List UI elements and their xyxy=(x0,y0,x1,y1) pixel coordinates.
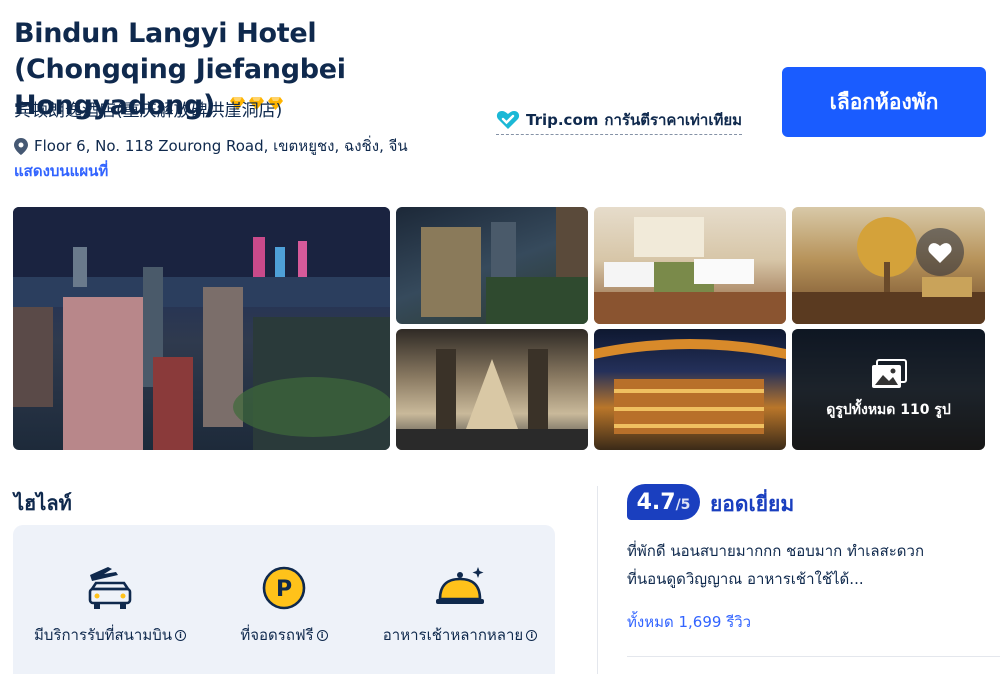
location-pin-icon xyxy=(14,137,28,155)
svg-text:P: P xyxy=(276,577,292,602)
hotel-exterior-illustration xyxy=(421,207,588,324)
airport-transfer-icon xyxy=(88,567,132,609)
favorite-button[interactable] xyxy=(916,228,964,276)
trip-heart-check-icon xyxy=(496,110,520,129)
address-text: Floor 6, No. 118 Zourong Road, เขตหยูชง,… xyxy=(34,137,408,155)
info-icon[interactable]: i xyxy=(526,630,538,641)
select-room-button[interactable]: เลือกห้องพัก xyxy=(782,67,986,137)
breakfast-feature: อาหารเช้าหลากหลาย i xyxy=(380,563,540,649)
highlights-title-text: ไฮไลท์ xyxy=(14,491,72,515)
rating-divider xyxy=(627,656,1000,657)
hongyadong-night-illustration xyxy=(594,339,786,434)
view-all-photos-button[interactable]: ดูรูปทั้งหมด 110 รูป xyxy=(792,329,985,450)
section-divider xyxy=(597,486,598,674)
hongyadong-night-photo[interactable] xyxy=(594,329,786,450)
price-guarantee-badge[interactable]: Trip.com การันตีราคาเท่าเทียม xyxy=(496,108,743,135)
heart-icon xyxy=(928,242,952,263)
rating-score-badge: 4.7 /5 xyxy=(627,484,700,520)
twin-room-illustration xyxy=(594,217,786,324)
trip-brand: Trip.com xyxy=(526,111,599,129)
hotel-exterior-photo[interactable] xyxy=(396,207,588,324)
info-icon[interactable]: i xyxy=(316,630,328,641)
feature-label: อาหารเช้าหลากหลาย i xyxy=(383,621,538,649)
city-night-photo[interactable] xyxy=(13,207,390,450)
lobby-hall-illustration xyxy=(396,349,588,450)
rating-scale: /5 xyxy=(675,497,691,513)
rating-word: ยอดเยี่ยม xyxy=(710,492,795,516)
gallery-icon xyxy=(871,358,907,388)
breakfast-icon xyxy=(436,567,484,604)
rating-score: 4.7 xyxy=(636,490,676,515)
twin-room-photo[interactable] xyxy=(594,207,786,324)
airport-transfer-feature: มีบริการรับที่สนามบิน i xyxy=(30,563,190,649)
view-all-photos-label: ดูรูปทั้งหมด 110 รูป xyxy=(826,401,951,418)
info-icon[interactable]: i xyxy=(175,630,186,641)
parking-icon: P xyxy=(262,566,306,610)
show-on-map-link[interactable]: แสดงบนแผนที่ xyxy=(14,159,108,183)
city-night-illustration xyxy=(13,207,390,450)
highlights-title: ไฮไลท์ xyxy=(14,487,84,519)
feature-label: ที่จอดรถฟรี i xyxy=(240,621,328,649)
hotel-address: Floor 6, No. 118 Zourong Road, เขตหยูชง,… xyxy=(14,134,408,158)
all-reviews-link[interactable]: ทั้งหมด 1,699 รีวิว xyxy=(627,610,751,634)
price-guarantee-text: การันตีราคาเท่าเทียม xyxy=(604,111,743,129)
lobby-hall-photo[interactable] xyxy=(396,329,588,450)
free-parking-feature: P ที่จอดรถฟรี i xyxy=(204,563,364,649)
review-snippet: ที่พักดี นอนสบายมากกก ชอบมาก ทำเลสะดวก ท… xyxy=(627,542,925,588)
feature-label: มีบริการรับที่สนามบิน i xyxy=(34,621,186,649)
hotel-name-local: 宾顿朗逸酒店(重庆解放碑洪崖洞店) xyxy=(14,101,283,121)
